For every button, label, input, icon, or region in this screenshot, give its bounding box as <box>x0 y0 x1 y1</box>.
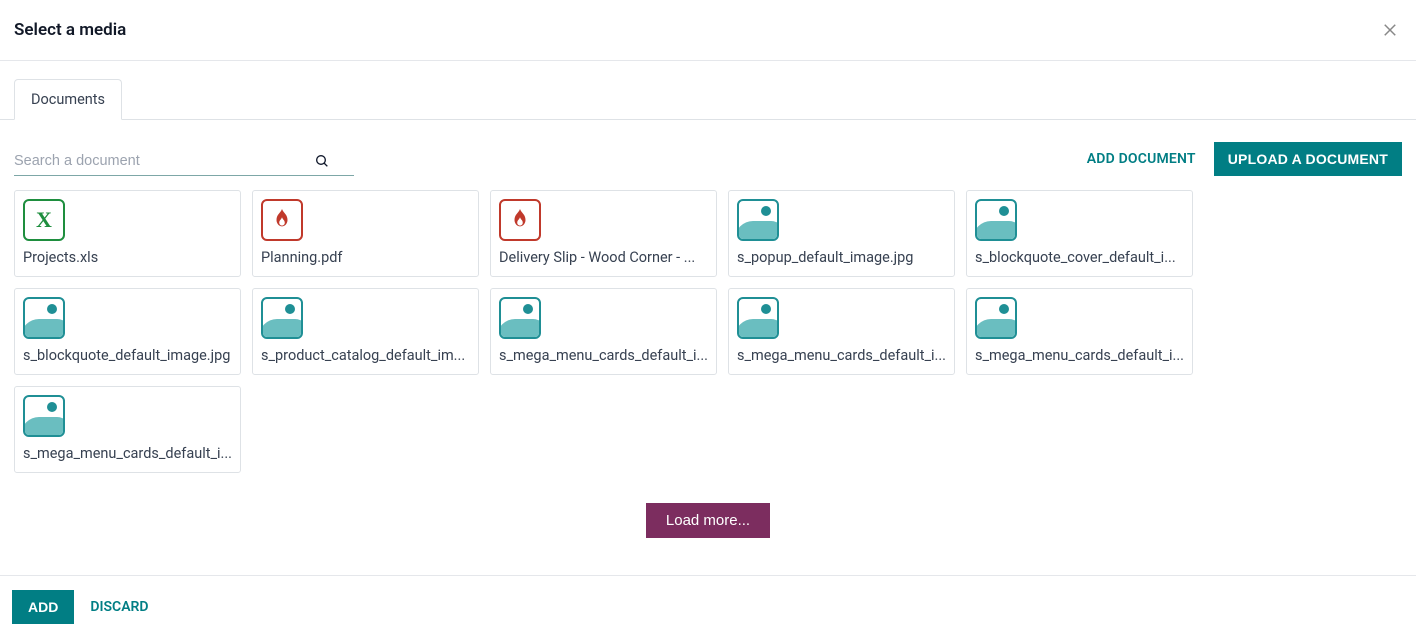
modal-title: Select a media <box>14 20 126 40</box>
toolbar: ADD DOCUMENT UPLOAD A DOCUMENT <box>0 120 1416 186</box>
document-name: s_blockquote_cover_default_i... <box>975 249 1184 270</box>
image-icon <box>737 199 779 241</box>
upload-document-button[interactable]: UPLOAD A DOCUMENT <box>1214 142 1402 176</box>
modal-footer: ADD DISCARD <box>0 575 1416 638</box>
discard-button[interactable]: DISCARD <box>90 599 148 615</box>
image-icon <box>23 395 65 437</box>
document-name: s_blockquote_default_image.jpg <box>23 347 232 368</box>
image-icon <box>499 297 541 339</box>
document-card[interactable]: Delivery Slip - Wood Corner - ... <box>490 190 717 277</box>
load-more-button[interactable]: Load more... <box>646 503 770 538</box>
document-card[interactable]: s_popup_default_image.jpg <box>728 190 955 277</box>
search-input[interactable] <box>14 149 314 173</box>
document-card[interactable]: X Projects.xls <box>14 190 241 277</box>
document-grid: X Projects.xls Planning.pdf Delivery Slip -… <box>0 190 1416 473</box>
close-icon <box>1381 21 1399 39</box>
image-icon <box>737 297 779 339</box>
toolbar-right: ADD DOCUMENT UPLOAD A DOCUMENT <box>1087 142 1402 176</box>
image-icon <box>261 297 303 339</box>
image-icon <box>975 297 1017 339</box>
document-card[interactable]: s_blockquote_cover_default_i... <box>966 190 1193 277</box>
add-button[interactable]: ADD <box>12 590 74 624</box>
load-more-wrap: Load more... <box>0 503 1416 538</box>
document-name: Projects.xls <box>23 249 232 270</box>
xls-icon: X <box>23 199 65 241</box>
tabs: Documents <box>0 79 1416 120</box>
document-name: Delivery Slip - Wood Corner - ... <box>499 249 708 270</box>
document-card[interactable]: s_mega_menu_cards_default_i... <box>966 288 1193 375</box>
document-card[interactable]: s_mega_menu_cards_default_i... <box>14 386 241 473</box>
document-name: Planning.pdf <box>261 249 470 270</box>
document-card[interactable]: s_mega_menu_cards_default_i... <box>490 288 717 375</box>
search-icon[interactable] <box>314 153 330 169</box>
pdf-icon <box>499 199 541 241</box>
image-icon <box>23 297 65 339</box>
pdf-icon <box>261 199 303 241</box>
document-name: s_mega_menu_cards_default_i... <box>499 347 708 368</box>
document-card[interactable]: s_product_catalog_default_im... <box>252 288 479 375</box>
search-field-wrap <box>14 149 354 176</box>
document-name: s_product_catalog_default_im... <box>261 347 470 368</box>
document-card[interactable]: s_blockquote_default_image.jpg <box>14 288 241 375</box>
document-name: s_mega_menu_cards_default_i... <box>737 347 946 368</box>
image-icon <box>975 199 1017 241</box>
document-name: s_popup_default_image.jpg <box>737 249 946 270</box>
close-button[interactable] <box>1378 18 1402 42</box>
document-name: s_mega_menu_cards_default_i... <box>975 347 1184 368</box>
tab-documents[interactable]: Documents <box>14 79 122 120</box>
document-card[interactable]: s_mega_menu_cards_default_i... <box>728 288 955 375</box>
document-card[interactable]: Planning.pdf <box>252 190 479 277</box>
document-name: s_mega_menu_cards_default_i... <box>23 445 232 466</box>
add-document-button[interactable]: ADD DOCUMENT <box>1087 151 1196 167</box>
modal-header: Select a media <box>0 0 1416 61</box>
